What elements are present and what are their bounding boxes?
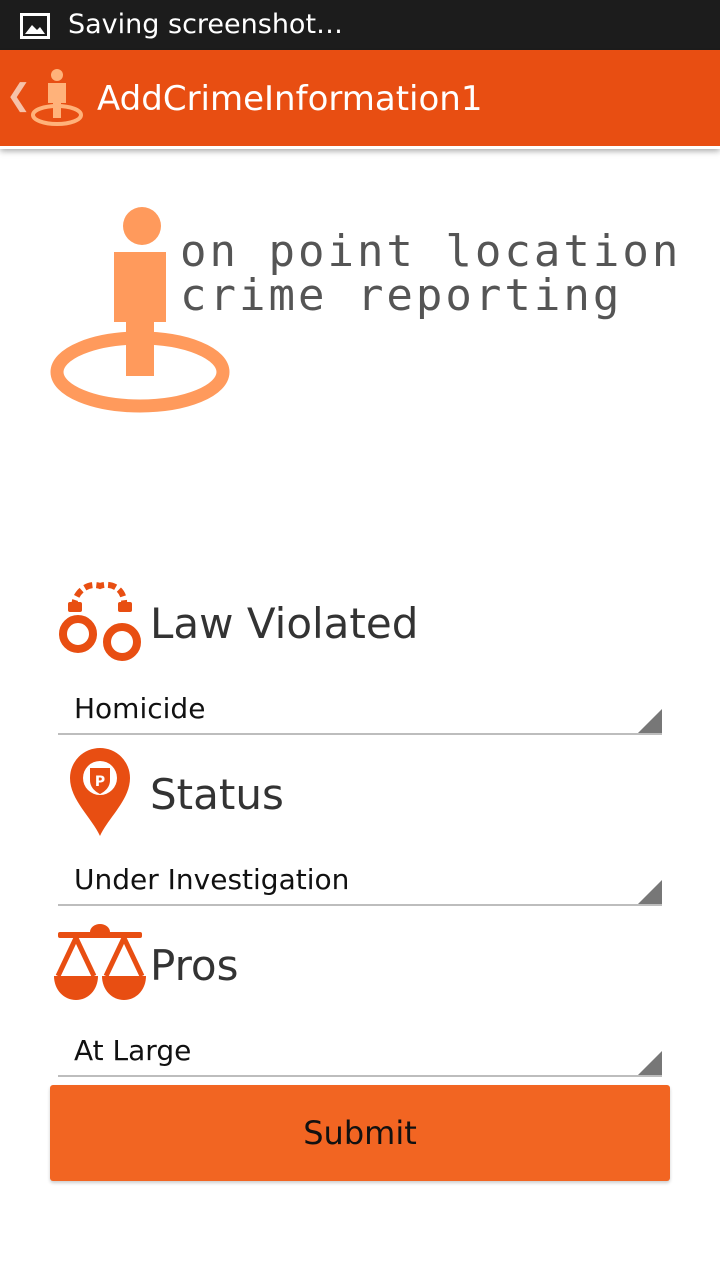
law-violated-label: Law Violated xyxy=(150,599,419,648)
law-violated-value: Homicide xyxy=(74,692,206,725)
image-icon xyxy=(20,13,50,39)
page-title: AddCrimeInformation1 xyxy=(97,79,483,119)
app-logo-icon[interactable] xyxy=(28,68,86,128)
status-label: Status xyxy=(150,770,284,819)
logo-text-line-1: on point location xyxy=(180,226,682,277)
status-value: Under Investigation xyxy=(74,863,350,896)
logo-text-line-2: crime reporting xyxy=(180,270,623,321)
svg-text:P: P xyxy=(95,774,105,790)
pros-value: At Large xyxy=(74,1034,192,1067)
handcuffs-icon xyxy=(59,581,141,661)
action-bar: ❮ AddCrimeInformation1 xyxy=(0,50,720,146)
action-bar-divider xyxy=(0,146,720,149)
scales-icon xyxy=(54,924,146,1000)
dropdown-arrow-icon xyxy=(638,709,662,733)
pros-label: Pros xyxy=(150,941,239,990)
police-location-pin-icon: P xyxy=(70,748,130,836)
dropdown-arrow-icon xyxy=(638,1051,662,1075)
law-violated-dropdown[interactable]: Homicide xyxy=(58,683,662,735)
status-dropdown[interactable]: Under Investigation xyxy=(58,854,662,906)
dropdown-arrow-icon xyxy=(638,880,662,904)
status-text: Saving screenshot… xyxy=(68,9,344,40)
status-bar: Saving screenshot… xyxy=(0,0,720,50)
submit-button[interactable]: Submit xyxy=(50,1085,670,1181)
pros-dropdown[interactable]: At Large xyxy=(58,1025,662,1077)
